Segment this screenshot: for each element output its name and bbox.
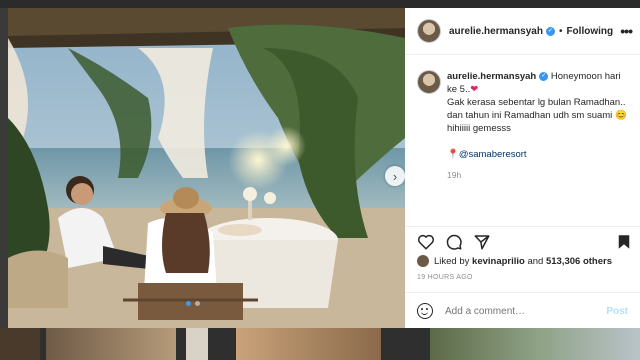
post-side-panel: aurelie.hermansyah ✓ • Following ••• aur…	[405, 8, 640, 328]
verified-icon: ✓	[539, 71, 549, 81]
carousel-dot	[186, 301, 191, 306]
grid-thumbnails-row	[0, 328, 640, 360]
caption-line2: Gak kerasa sebentar lg bulan Ramadhan.. …	[447, 97, 626, 121]
following-button[interactable]: Following	[566, 26, 613, 37]
verified-icon: ✓	[545, 26, 555, 36]
action-bar	[405, 226, 640, 253]
thumbnail[interactable]	[186, 328, 208, 360]
avatar[interactable]	[417, 19, 441, 43]
caption-time[interactable]: 19h	[447, 169, 632, 182]
caption-line3: hihiiiii gemesss	[447, 123, 511, 134]
more-options-icon[interactable]: •••	[620, 23, 633, 39]
next-photo-button[interactable]: ›	[385, 166, 405, 186]
thumbnail[interactable]	[236, 328, 381, 360]
heart-icon[interactable]	[417, 233, 435, 251]
likes-and: and	[527, 255, 544, 267]
thumbnail[interactable]	[430, 328, 640, 360]
top-strip	[0, 0, 640, 8]
comment-bar: Post	[405, 292, 640, 329]
header-username[interactable]: aurelie.hermansyah	[449, 26, 543, 37]
bookmark-icon[interactable]	[615, 233, 633, 251]
location-mention[interactable]: @samaberesort	[459, 149, 527, 160]
share-icon[interactable]	[473, 233, 491, 251]
caption: aurelie.hermansyah ✓ Honeymoon hari ke 5.…	[417, 70, 632, 182]
post-comment-button[interactable]: Post	[606, 306, 628, 317]
caption-username[interactable]: aurelie.hermansyah	[447, 71, 536, 82]
comment-icon[interactable]	[445, 233, 463, 251]
liker-avatar[interactable]	[417, 255, 429, 267]
post-header: aurelie.hermansyah ✓ • Following •••	[405, 8, 640, 55]
likes-prefix: Liked by	[434, 255, 470, 267]
likes-summary: Liked by kevinaprilio and 513,306 others	[417, 255, 612, 267]
caption-avatar[interactable]	[417, 70, 441, 94]
beach-dinner-photo	[8, 8, 405, 328]
post-time-ago[interactable]: 19 HOURS AGO	[417, 274, 473, 281]
thumbnail[interactable]	[0, 328, 40, 360]
post-photo[interactable]: ›	[8, 8, 405, 328]
chevron-right-icon: ›	[392, 168, 398, 184]
carousel-dot	[195, 301, 200, 306]
pin-emoji: 📍	[447, 149, 459, 160]
carousel-dots	[186, 301, 200, 306]
likes-count[interactable]: 513,306 others	[546, 256, 612, 267]
separator-dot: •	[558, 25, 563, 37]
emoji-icon[interactable]	[417, 303, 433, 319]
heart-emoji: ❤	[470, 84, 479, 95]
thumbnail[interactable]	[46, 328, 176, 360]
comment-input[interactable]	[443, 304, 597, 318]
liker-username[interactable]: kevinaprilio	[472, 256, 525, 267]
smile-emoji: 😊	[614, 110, 627, 121]
